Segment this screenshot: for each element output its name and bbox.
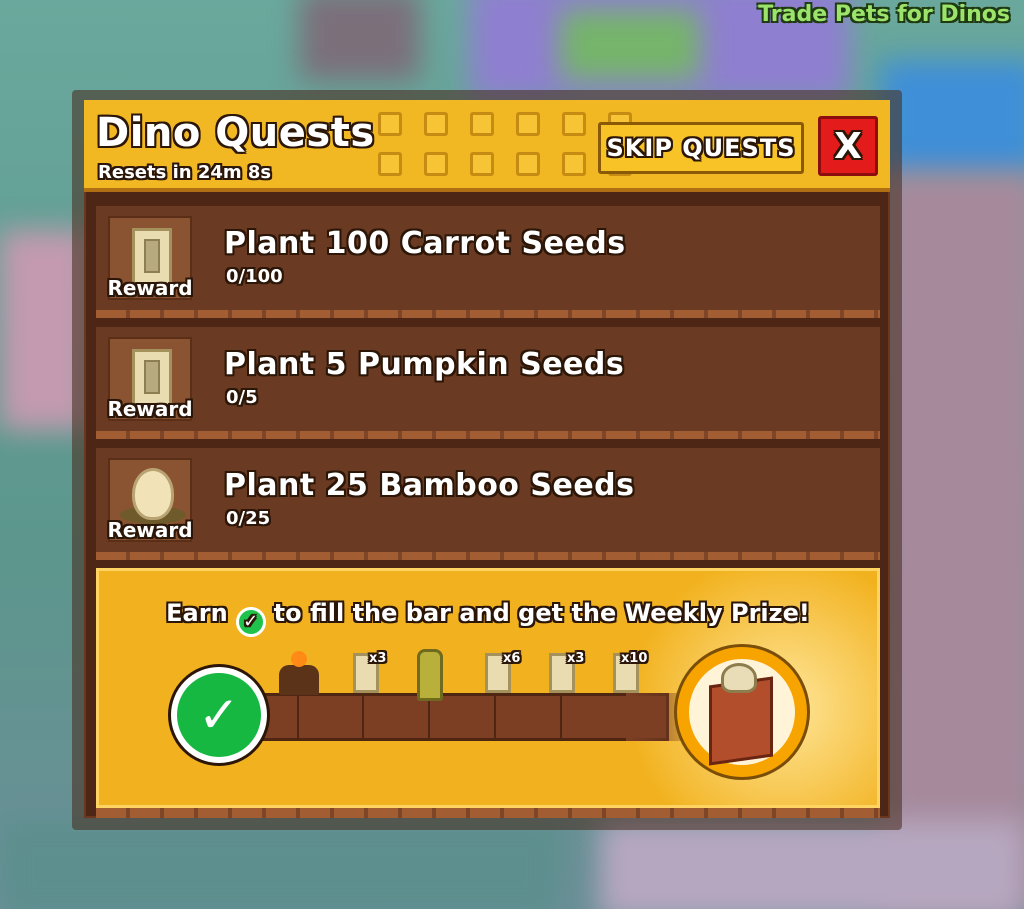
- quest-row: Reward Plant 5 Pumpkin Seeds 0/5: [96, 327, 880, 439]
- quest-row: Reward Plant 25 Bamboo Seeds 0/25: [96, 448, 880, 560]
- close-button[interactable]: X: [818, 116, 878, 176]
- quest-row: Reward Plant 100 Carrot Seeds 0/100: [96, 206, 880, 318]
- milestone-multiplier: x10: [621, 651, 648, 666]
- milestone-multiplier: x3: [567, 651, 585, 666]
- quest-title: Plant 25 Bamboo Seeds: [224, 468, 635, 503]
- reward-label: Reward: [107, 397, 193, 421]
- milestone-multiplier: x3: [369, 651, 387, 666]
- quest-title: Plant 100 Carrot Seeds: [224, 226, 626, 261]
- quest-progress: 0/25: [226, 508, 271, 529]
- prize-bag-icon: [721, 663, 757, 693]
- panel-bottom-trim: [96, 808, 880, 818]
- quest-progress: 0/100: [226, 266, 283, 287]
- trade-pets-label[interactable]: Trade Pets for Dinos: [758, 2, 1010, 27]
- check-icon: ✓: [171, 667, 267, 763]
- page-title: Dino Quests: [96, 110, 375, 156]
- milestone-multiplier: x6: [503, 651, 521, 666]
- skip-quests-button[interactable]: SKIP QUESTS: [598, 122, 804, 174]
- weekly-progress-bar: [249, 693, 706, 741]
- reward-label: Reward: [107, 518, 193, 542]
- quest-progress: 0/5: [226, 387, 258, 408]
- weekly-prize-panel: Earn ✓ to fill the bar and get the Weekly …: [96, 568, 880, 808]
- earn-suffix: to fill the bar and get the Weekly Prize…: [273, 599, 810, 627]
- cactus-icon[interactable]: [417, 649, 443, 701]
- volcano-icon[interactable]: [279, 651, 319, 695]
- earn-prefix: Earn: [166, 599, 228, 627]
- dino-egg-icon: [132, 468, 174, 520]
- check-icon: ✓: [235, 607, 266, 637]
- reward-label: Reward: [107, 276, 193, 300]
- reset-timer: Resets in 24m 8s: [98, 162, 272, 183]
- weekly-prize-instructions: Earn ✓ to fill the bar and get the Weekly …: [99, 599, 877, 637]
- quest-title: Plant 5 Pumpkin Seeds: [224, 347, 625, 382]
